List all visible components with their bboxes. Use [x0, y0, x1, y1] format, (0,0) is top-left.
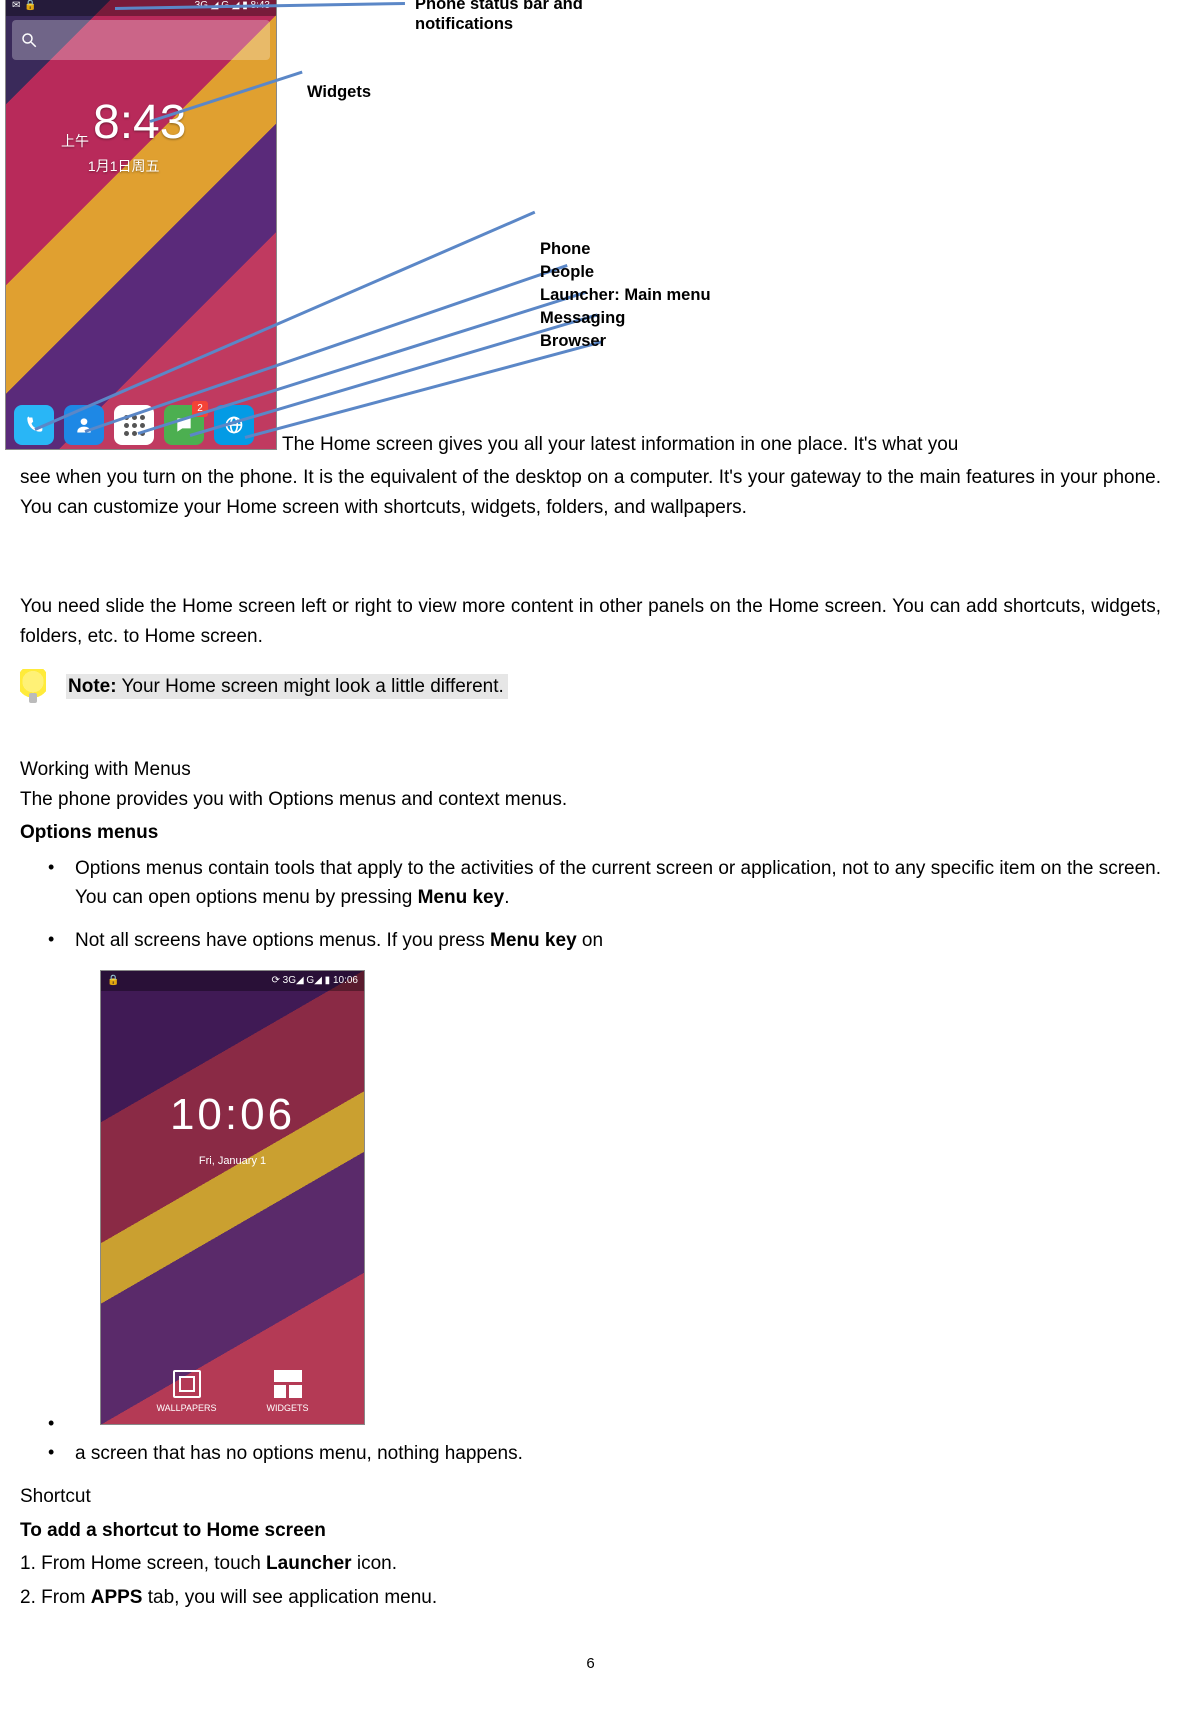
lock-clock: 10:06 Fri, January 1 [101, 1081, 364, 1170]
apps-strong: APPS [91, 1587, 143, 1608]
text: 2. From [20, 1587, 91, 1608]
text: icon. [352, 1553, 397, 1574]
widgets-label: WIDGETS [267, 1402, 309, 1416]
callout-people-label: People [540, 260, 594, 286]
text: Not all screens have options menus. If y… [75, 930, 490, 951]
menu-key-strong: Menu key [490, 930, 577, 951]
text: The Home screen gives you all your lates… [282, 434, 958, 455]
lightbulb-icon [20, 669, 46, 705]
step-1: 1. From Home screen, touch Launcher icon… [20, 1549, 1161, 1578]
section-working-menus: Working with Menus [20, 755, 1161, 784]
phone-screenshot-options: 🔒 ⟳ 3G◢ G◢ ▮ 10:06 10:06 Fri, January 1 … [100, 970, 365, 1425]
search-widget [12, 20, 270, 60]
step-2: 2. From APPS tab, you will see applicati… [20, 1583, 1161, 1612]
wallpapers-label: WALLPAPERS [156, 1402, 216, 1416]
text: on [577, 930, 603, 951]
status-right-text: ⟳ 3G◢ G◢ ▮ 10:06 [271, 973, 358, 989]
wallpapers-icon [173, 1370, 201, 1398]
callout-launcher-label: Launcher: Main menu [540, 283, 711, 309]
callout-line [245, 340, 603, 439]
widgets-icon [274, 1370, 302, 1398]
options-bullet-1: Options menus contain tools that apply t… [20, 854, 1161, 913]
lock-date: Fri, January 1 [101, 1153, 364, 1170]
options-bullet-2: Not all screens have options menus. If y… [20, 926, 1161, 955]
wallpaper-widget-row: WALLPAPERS WIDGETS [101, 1370, 364, 1416]
shortcut-heading: Shortcut [20, 1482, 1161, 1511]
text: tab, you will see application menu. [142, 1587, 437, 1608]
callout-widgets-label: Widgets [307, 80, 371, 106]
status-lock-icon: 🔒 [24, 0, 36, 14]
status-msg-icon: ✉ [12, 0, 20, 14]
callout-status-label-2: notifications [415, 12, 513, 38]
options-bullet-list: Options menus contain tools that apply t… [20, 854, 1161, 1469]
clock-widget: 上午 8:43 1月1日周五 [61, 86, 186, 178]
note-text: Note: Your Home screen might look a litt… [66, 672, 508, 701]
callout-messaging-label: Messaging [540, 306, 625, 332]
note-label: Note: [68, 676, 117, 697]
callout-phone-label: Phone [540, 237, 590, 263]
menu-key-strong: Menu key [418, 887, 505, 908]
clock-ampm: 上午 [61, 131, 89, 153]
wallpapers-option: WALLPAPERS [156, 1370, 216, 1416]
text: Options menus contain tools that apply t… [75, 858, 1161, 908]
callout-browser-label: Browser [540, 329, 606, 355]
clock-time-value: 8:43 [93, 86, 186, 160]
paragraph-slide: You need slide the Home screen left or r… [20, 592, 1161, 651]
paragraph-home-intro-cont: see when you turn on the phone. It is th… [20, 463, 1161, 522]
options-menus-heading: Options menus [20, 818, 1161, 847]
text: 1. From Home screen, touch [20, 1553, 266, 1574]
launcher-strong: Launcher [266, 1553, 352, 1574]
status-lock-icon: 🔒 [107, 973, 119, 989]
menus-intro: The phone provides you with Options menu… [20, 785, 1161, 814]
page-number: 6 [20, 1652, 1161, 1675]
lock-time: 10:06 [101, 1081, 364, 1149]
home-screen-diagram: ✉ 🔒 3G ◢ G ◢ ▮ 8:43 上午 8:43 1月1日周五 [20, 0, 1161, 370]
options-bullet-figure: 🔒 ⟳ 3G◢ G◢ ▮ 10:06 10:06 Fri, January 1 … [20, 970, 1161, 1425]
search-icon [20, 31, 38, 49]
note-body: Your Home screen might look a little dif… [117, 676, 504, 697]
note-block: Note: Your Home screen might look a litt… [20, 669, 1161, 705]
phone2-status-bar: 🔒 ⟳ 3G◢ G◢ ▮ 10:06 [101, 971, 364, 991]
text: . [504, 887, 509, 908]
add-shortcut-heading: To add a shortcut to Home screen [20, 1516, 1161, 1545]
widgets-option: WIDGETS [267, 1370, 309, 1416]
dock-messaging-icon: 2 [164, 405, 204, 445]
options-bullet-4: a screen that has no options menu, nothi… [20, 1439, 1161, 1468]
